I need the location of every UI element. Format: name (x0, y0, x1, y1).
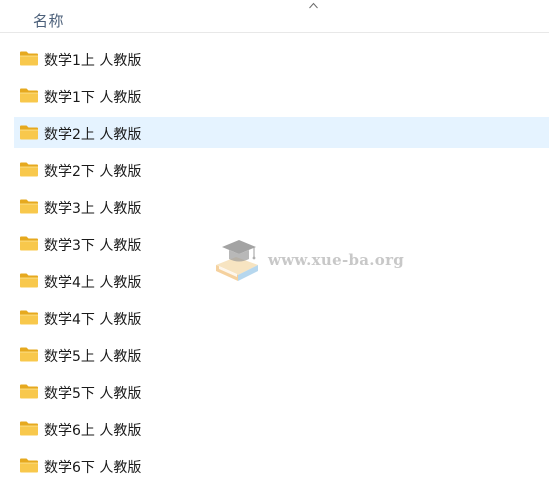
list-item-label: 数学6下 人教版 (44, 460, 142, 476)
folder-icon (20, 51, 38, 66)
folder-icon (20, 125, 38, 140)
list-item[interactable]: 数学6上 人教版 (14, 413, 549, 444)
list-item-label: 数学4下 人教版 (44, 312, 142, 328)
list-item-label: 数学6上 人教版 (44, 423, 142, 439)
list-item[interactable]: 数学2上 人教版 (14, 117, 549, 148)
watermark: www.xue-ba.org (210, 235, 404, 287)
list-item-label: 数学5下 人教版 (44, 386, 142, 402)
list-item-label: 数学5上 人教版 (44, 349, 142, 365)
list-item-label: 数学3下 人教版 (44, 238, 142, 254)
sort-ascending-icon[interactable] (309, 2, 318, 9)
folder-icon (20, 347, 38, 362)
list-item-label: 数学1上 人教版 (44, 53, 142, 69)
folder-icon (20, 199, 38, 214)
folder-icon (20, 458, 38, 473)
list-item[interactable]: 数学1下 人教版 (14, 80, 549, 111)
list-item[interactable]: 数学6下 人教版 (14, 450, 549, 481)
folder-icon (20, 421, 38, 436)
list-item-label: 数学3上 人教版 (44, 201, 142, 217)
folder-icon (20, 236, 38, 251)
folder-icon (20, 88, 38, 103)
column-header: 名称 (0, 0, 549, 33)
list-item[interactable]: 数学4下 人教版 (14, 302, 549, 333)
list-item[interactable]: 数学1上 人教版 (14, 43, 549, 74)
folder-icon (20, 162, 38, 177)
list-item[interactable]: 数学2下 人教版 (14, 154, 549, 185)
list-item-label: 数学1下 人教版 (44, 90, 142, 106)
list-item-label: 数学2上 人教版 (44, 127, 142, 143)
list-item-label: 数学4上 人教版 (44, 275, 142, 291)
folder-icon (20, 384, 38, 399)
column-header-name[interactable]: 名称 (33, 10, 64, 31)
list-item[interactable]: 数学5下 人教版 (14, 376, 549, 407)
file-explorer-window: 名称 数学1上 人教版 数学1下 人教版 数学2上 人教版 数学2下 人教版 数学3上 … (0, 0, 549, 490)
list-item[interactable]: 数学3上 人教版 (14, 191, 549, 222)
watermark-text: www.xue-ba.org (268, 251, 405, 269)
graduation-cap-book-icon (216, 240, 258, 281)
list-item[interactable]: 数学5上 人教版 (14, 339, 549, 370)
list-item-label: 数学2下 人教版 (44, 164, 142, 180)
folder-icon (20, 310, 38, 325)
folder-icon (20, 273, 38, 288)
